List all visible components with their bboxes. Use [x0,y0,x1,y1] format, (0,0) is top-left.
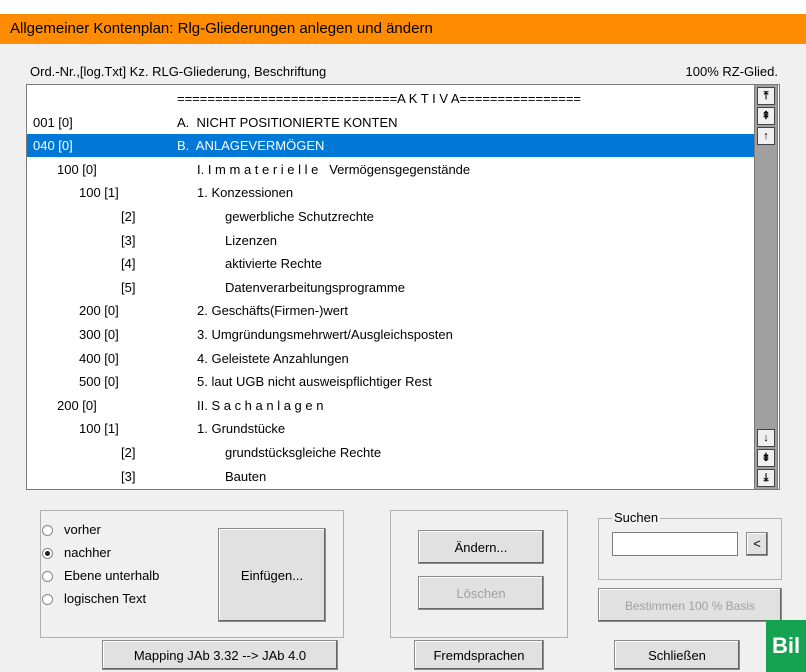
list-item[interactable]: 200 [0] 2. Geschäfts(Firmen-)wert [27,299,755,322]
list-item-text: 2. Geschäfts(Firmen-)wert [197,303,348,319]
scroll-bottom-icon[interactable]: ⤓ [757,469,775,487]
list-item-ordnr: [3] [121,468,136,484]
list-item-ordnr: [3] [121,232,136,248]
list-item-ordnr: 200 [0] [57,397,97,413]
list-item-ordnr: 100 [1] [79,185,119,201]
radio-label: Ebene unterhalb [64,568,160,583]
list-item-ordnr: 200 [0] [79,303,119,319]
list-item[interactable]: 040 [0] B. ANLAGEVERMÖGEN [27,134,755,158]
list-item-ordnr: 300 [0] [79,327,119,342]
list-item-text: I. I m m a t e r i e l l e Vermögensgege… [197,161,471,177]
list-item[interactable]: 200 [0] II. S a c h a n l a g e n [27,394,755,417]
list-item[interactable]: 100 [1] 1. Konzessionen [27,181,755,204]
list-item-text: B. ANLAGEVERMÖGEN [177,138,325,154]
list-item[interactable]: [2] gewerbliche Schutzrechte [27,205,755,228]
list-item-ordnr: 100 [0] [57,161,97,177]
window-top-strip [0,0,806,14]
determine-basis-button[interactable]: Bestimmen 100 % Basis [598,588,782,622]
list-item-text: gewerbliche Schutzrechte [225,209,374,224]
line-down-icon[interactable]: ↓ [757,429,775,447]
list-item-text: 5. laut UGB nicht ausweispflichtiger Res… [197,374,432,390]
list-item[interactable]: [2] grundstücksgleiche Rechte [27,441,755,464]
search-input[interactable] [612,532,738,556]
list-item-text: Lizenzen [225,232,278,248]
list-item[interactable]: =============================A K T I V A… [27,87,755,110]
list-item-text: Bauten [225,468,267,484]
list-item[interactable]: 100 [1] 1. Grundstücke [27,417,755,440]
radio-unchecked-icon[interactable] [42,525,53,536]
list-header-right: 100% RZ-Glied. [685,64,778,79]
list-item-ordnr: [2] [121,445,136,460]
radio-checked-icon[interactable] [42,548,53,559]
list-item[interactable]: [5] Datenverarbeitungsprogramme [27,276,755,299]
page-up-icon[interactable]: ⇞ [757,107,775,125]
list-item-text: aktivierte Rechte [225,256,322,272]
radio-unchecked-icon[interactable] [42,594,53,605]
list-item-text: 1. Konzessionen [197,185,294,201]
list-item-text: 4. Geleistete Anzahlungen [197,350,349,366]
list-item-ordnr: [2] [121,209,136,224]
window-title: Allgemeiner Kontenplan: Rlg-Gliederungen… [10,20,433,37]
list-item[interactable]: 500 [0] 5. laut UGB nicht ausweispflichti… [27,370,755,393]
list-item-text: A. NICHT POSITIONIERTE KONTEN [177,114,398,130]
mapping-button[interactable]: Mapping JAb 3.32 --> JAb 4.0 [102,640,338,670]
list-item[interactable]: 400 [0] 4. Geleistete Anzahlungen [27,347,755,370]
list-header: Ord.-Nr.,[log.Txt] Kz. RLG-Gliederung, B… [26,62,778,80]
structure-list[interactable]: =============================A K T I V A… [26,84,780,490]
list-item-ordnr: [4] [121,256,136,272]
line-up-icon[interactable]: ↑ [757,127,775,145]
title-bar[interactable]: Allgemeiner Kontenplan: Rlg-Gliederungen… [0,14,806,44]
list-item[interactable]: 300 [0] 3. Umgründungsmehrwert/Ausgleichs… [27,323,755,346]
radio-label: vorher [64,522,101,537]
list-scrollbar[interactable]: ⤒ ⇞ ↑ ↓ ⇟ ⤓ [754,84,778,490]
list-item-ordnr: 001 [0] [33,114,73,130]
search-label: Suchen [612,510,661,525]
list-item-ordnr: [5] [121,279,136,295]
list-header-left: Ord.-Nr.,[log.Txt] Kz. RLG-Gliederung, B… [30,64,327,79]
list-item-text: =============================A K T I V A… [177,91,582,106]
foreign-languages-button[interactable]: Fremdsprachen [414,640,544,670]
search-go-button[interactable]: < [746,532,768,556]
list-item-text: II. S a c h a n l a g e n [197,397,324,413]
list-item[interactable]: 100 [0] I. I m m a t e r i e l l e Vermög… [27,158,755,181]
bil-logo: Bil [766,620,806,672]
scroll-top-icon[interactable]: ⤒ [757,87,775,105]
list-item-ordnr: 100 [1] [79,421,119,437]
list-item-ordnr: 500 [0] [79,374,119,390]
radio-label: logischen Text [64,591,147,606]
insert-button[interactable]: Einfügen... [218,528,326,622]
list-item-ordnr: 040 [0] [33,138,73,154]
list-item[interactable]: [3] Bauten [27,465,755,488]
close-button[interactable]: Schließen [614,640,740,670]
list-item[interactable]: 001 [0] A. NICHT POSITIONIERTE KONTEN [27,111,755,134]
list-item[interactable]: [4] aktivierte Rechte [27,252,755,275]
radio-label: nachher [64,545,111,560]
list-item-text: grundstücksgleiche Rechte [225,445,382,460]
list-item-text: Datenverarbeitungsprogramme [225,279,405,295]
change-button[interactable]: Ändern... [418,530,544,564]
list-item-text: 1. Grundstücke [197,421,286,437]
list-item-text: 3. Umgründungsmehrwert/Ausgleichsposten [197,327,453,342]
radio-unchecked-icon[interactable] [42,571,53,582]
list-item[interactable]: [3] Lizenzen [27,229,755,252]
delete-button[interactable]: Löschen [418,576,544,610]
list-item-ordnr: 400 [0] [79,350,119,366]
page-down-icon[interactable]: ⇟ [757,449,775,467]
